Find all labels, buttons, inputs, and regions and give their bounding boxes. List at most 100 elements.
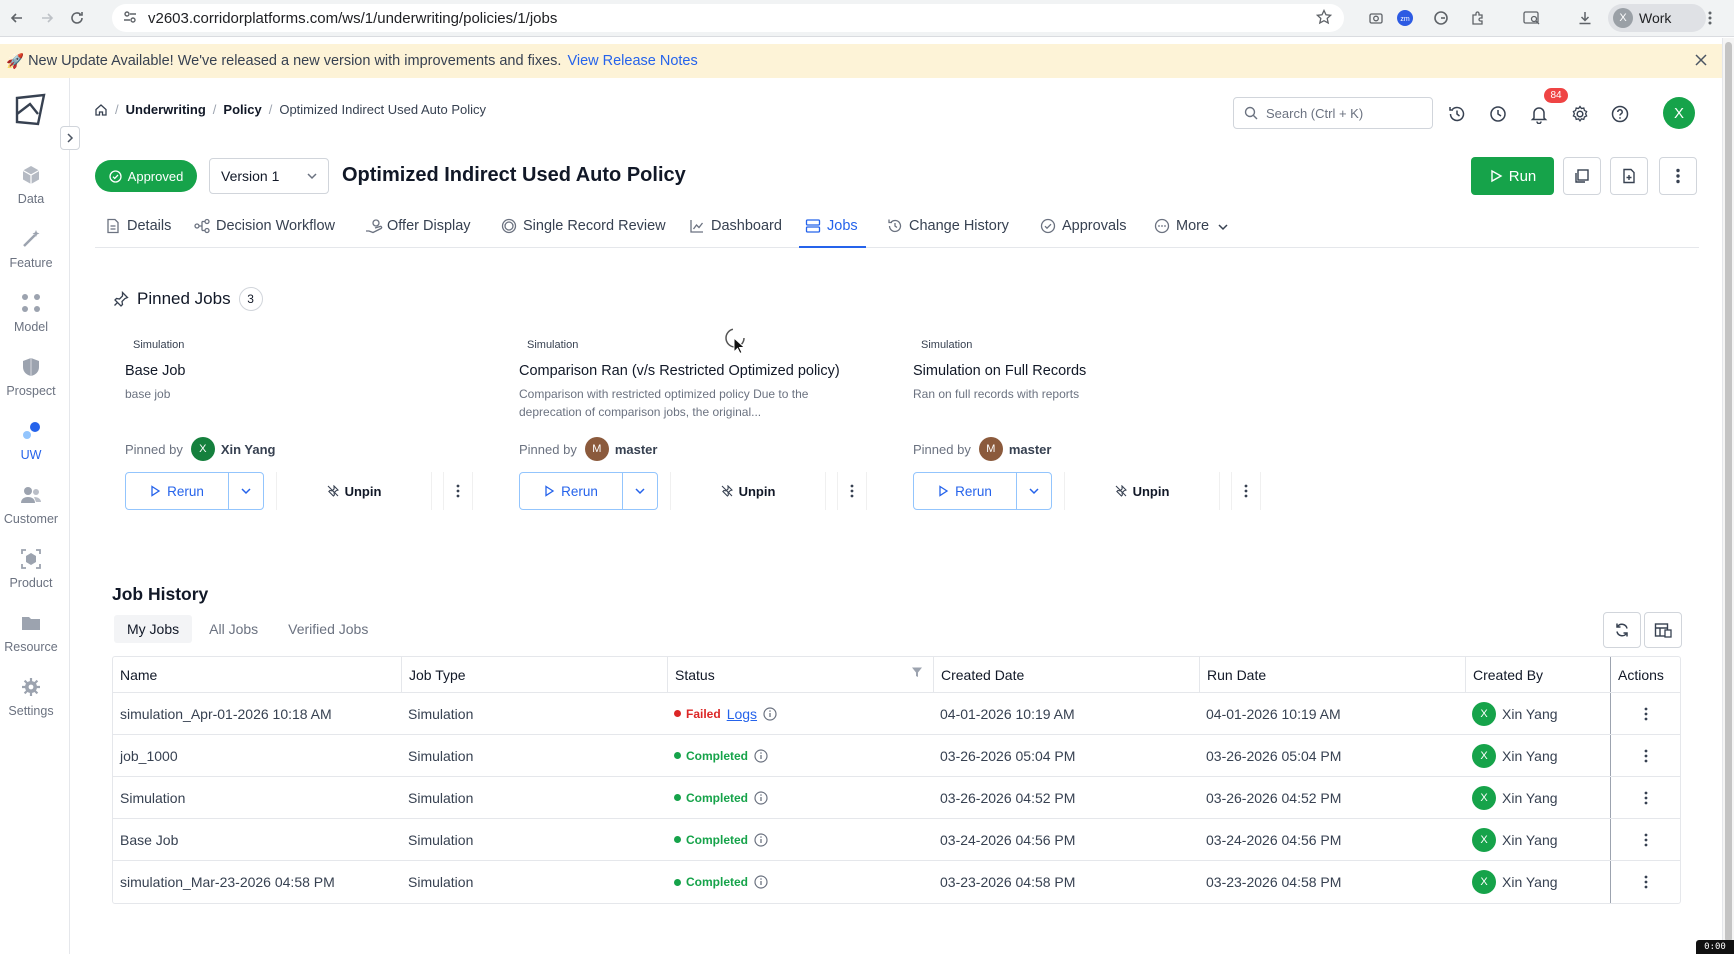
tab-search-icon[interactable] [1520, 6, 1544, 30]
job-name[interactable]: Comparison Ran (v/s Restricted Optimized… [519, 363, 840, 379]
tab-approvals[interactable]: Approvals [1040, 214, 1126, 248]
row-actions-button[interactable] [1610, 735, 1680, 776]
status-label: Approved [127, 168, 184, 184]
sidebar-item-uw[interactable]: UW [0, 420, 62, 478]
tab-dashboard[interactable]: Dashboard [689, 214, 782, 248]
tab-single-record-review[interactable]: Single Record Review [501, 214, 666, 248]
rerun-options-dropdown[interactable] [1017, 473, 1051, 509]
version-select[interactable]: Version 1 [209, 158, 329, 194]
breadcrumb-underwriting[interactable]: Underwriting [126, 102, 206, 117]
sidebar-item-customer[interactable]: Customer [0, 484, 62, 542]
address-bar[interactable]: v2603.corridorplatforms.com/ws/1/underwr… [112, 4, 1344, 32]
more-actions-button[interactable] [1659, 157, 1697, 195]
row-actions-button[interactable] [1610, 819, 1680, 860]
column-header-run-date[interactable]: Run Date [1199, 657, 1465, 692]
rerun-button[interactable]: Rerun [520, 473, 623, 509]
info-icon[interactable] [754, 832, 768, 847]
clock-icon[interactable] [1488, 104, 1508, 124]
profile-button[interactable]: X Work [1608, 4, 1706, 32]
job-type-label: Simulation [527, 339, 579, 351]
sidebar-item-product[interactable]: Product [0, 548, 62, 606]
column-header-created-date[interactable]: Created Date [933, 657, 1199, 692]
rerun-options-dropdown[interactable] [229, 473, 263, 509]
column-header-created-by[interactable]: Created By [1465, 657, 1610, 692]
bookmark-star-icon[interactable] [1316, 9, 1332, 25]
column-header-job-type[interactable]: Job Type [401, 657, 667, 692]
tab-decision-workflow[interactable]: Decision Workflow [194, 214, 335, 248]
job-name[interactable]: Base Job [125, 363, 185, 379]
extensions-puzzle-icon[interactable] [1466, 6, 1490, 30]
tab-my-jobs[interactable]: My Jobs [114, 615, 193, 643]
info-icon[interactable] [754, 875, 768, 889]
copy-button[interactable] [1563, 157, 1601, 195]
more-vertical-icon [1644, 791, 1648, 805]
card-more-button[interactable] [837, 472, 867, 510]
info-icon[interactable] [754, 790, 768, 805]
grammarly-icon[interactable] [1429, 6, 1453, 30]
rerun-button[interactable]: Rerun [914, 473, 1017, 509]
column-header-status[interactable]: Status [667, 657, 933, 692]
camera-icon[interactable] [1364, 6, 1388, 30]
sidebar-expand-button[interactable] [60, 126, 80, 150]
tab-more[interactable]: More [1154, 214, 1229, 248]
card-more-button[interactable] [443, 472, 473, 510]
table-row[interactable]: simulation_Apr-01-2026 10:18 AM Simulati… [113, 693, 1680, 735]
filter-icon[interactable] [911, 666, 923, 678]
unpin-button[interactable]: Unpin [670, 472, 826, 510]
logs-link[interactable]: Logs [727, 706, 757, 722]
sidebar-item-prospect[interactable]: Prospect [0, 356, 62, 414]
tab-offer-display[interactable]: Offer Display [365, 214, 471, 248]
unpin-button[interactable]: Unpin [276, 472, 432, 510]
table-row[interactable]: job_1000 Simulation Completed 03-26-2026… [113, 735, 1680, 777]
forward-icon[interactable] [34, 5, 60, 31]
scrollbar-thumb[interactable] [1725, 42, 1732, 942]
column-settings-button[interactable] [1644, 612, 1682, 648]
bell-icon[interactable] [1529, 104, 1549, 124]
rerun-options-dropdown[interactable] [623, 473, 657, 509]
reload-icon[interactable] [64, 5, 90, 31]
table-row[interactable]: Base Job Simulation Completed 03-24-2026… [113, 819, 1680, 861]
tab-jobs[interactable]: Jobs [799, 214, 866, 248]
user-avatar[interactable]: X [1663, 97, 1695, 129]
close-icon[interactable] [1694, 53, 1708, 67]
home-icon[interactable] [94, 103, 108, 117]
help-icon[interactable] [1610, 104, 1630, 124]
sidebar-item-model[interactable]: Model [0, 292, 62, 350]
row-actions-button[interactable] [1610, 777, 1680, 818]
refresh-button[interactable] [1603, 612, 1641, 648]
breadcrumb-policy[interactable]: Policy [223, 102, 261, 117]
run-button[interactable]: Run [1471, 157, 1554, 195]
release-notes-link[interactable]: View Release Notes [567, 53, 697, 69]
sidebar-item-data[interactable]: Data [0, 164, 62, 222]
job-name[interactable]: Simulation on Full Records [913, 363, 1086, 379]
info-icon[interactable] [763, 706, 777, 721]
table-row[interactable]: Simulation Simulation Completed 03-26-20… [113, 777, 1680, 819]
export-document-button[interactable] [1610, 157, 1648, 195]
info-icon[interactable] [754, 748, 768, 763]
browser-menu-icon[interactable] [1698, 6, 1722, 30]
back-icon[interactable] [4, 5, 30, 31]
tab-all-jobs[interactable]: All Jobs [196, 615, 271, 643]
card-more-button[interactable] [1231, 472, 1261, 510]
column-header-name[interactable]: Name [113, 657, 401, 692]
tab-details[interactable]: Details [105, 214, 171, 248]
sidebar-item-resource[interactable]: Resource [0, 612, 62, 670]
cube-icon [20, 164, 42, 186]
table-row[interactable]: simulation_Mar-23-2026 04:58 PM Simulati… [113, 861, 1680, 903]
downloads-icon[interactable] [1573, 6, 1597, 30]
tab-change-history[interactable]: Change History [887, 214, 1009, 248]
sidebar-item-settings[interactable]: Settings [0, 676, 62, 734]
page-scrollbar[interactable] [1722, 38, 1734, 954]
zoom-extension-icon[interactable]: zm [1393, 6, 1417, 30]
site-settings-icon[interactable] [122, 9, 140, 27]
settings-gear-icon[interactable] [1570, 104, 1590, 124]
row-actions-button[interactable] [1610, 693, 1680, 734]
app-logo[interactable] [14, 92, 48, 128]
rerun-button[interactable]: Rerun [126, 473, 229, 509]
row-actions-button[interactable] [1610, 861, 1680, 903]
unpin-button[interactable]: Unpin [1064, 472, 1220, 510]
history-icon[interactable] [1447, 104, 1467, 124]
tab-verified-jobs[interactable]: Verified Jobs [275, 615, 381, 643]
sidebar-item-feature[interactable]: Feature [0, 228, 62, 286]
search-input[interactable]: Search (Ctrl + K) [1233, 97, 1433, 129]
